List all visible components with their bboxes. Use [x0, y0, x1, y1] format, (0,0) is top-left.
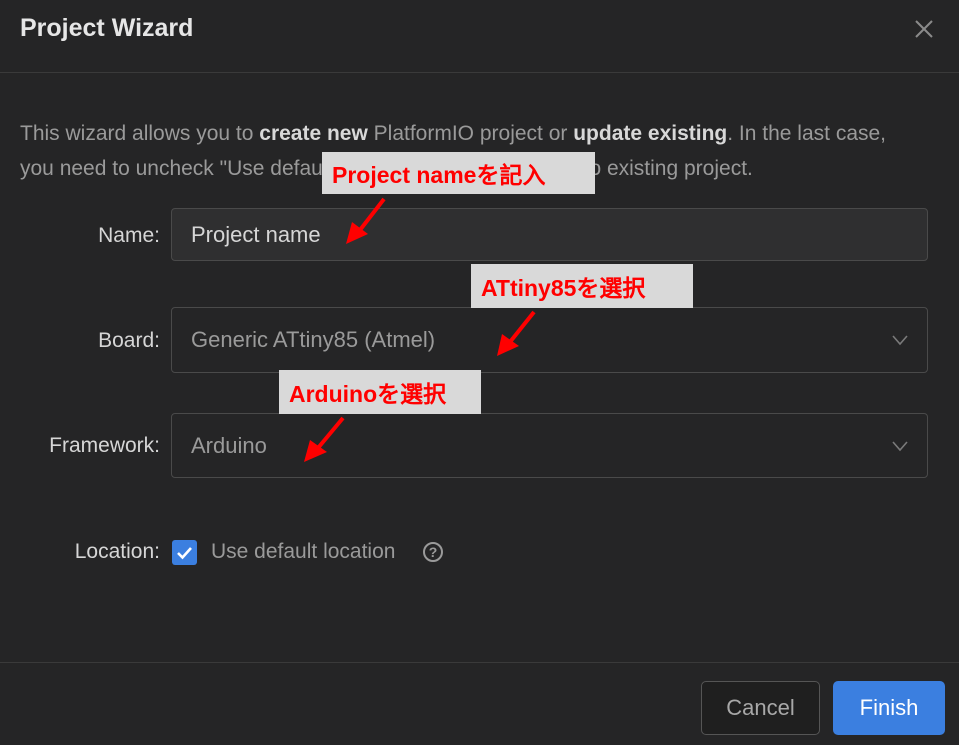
dialog-title: Project Wizard: [20, 14, 194, 42]
name-callout: Project nameを記入: [322, 152, 595, 194]
dialog-header: Project Wizard: [0, 0, 959, 73]
name-input-value: Project name: [191, 221, 321, 247]
framework-select[interactable]: Arduino: [171, 413, 928, 478]
use-default-location-label[interactable]: Use default location: [211, 540, 395, 564]
description-text: PlatformIO project or: [367, 122, 574, 145]
close-icon[interactable]: [913, 18, 935, 40]
finish-button[interactable]: Finish: [833, 681, 945, 735]
description-bold-create-new: create new: [259, 122, 368, 145]
cancel-button[interactable]: Cancel: [701, 681, 820, 735]
use-default-location-checkbox[interactable]: [172, 540, 197, 565]
location-label: Location:: [74, 540, 160, 563]
name-label: Name:: [98, 224, 160, 247]
help-icon[interactable]: ?: [423, 542, 443, 562]
board-select[interactable]: Generic ATtiny85 (Atmel): [171, 307, 928, 373]
board-label: Board:: [98, 329, 160, 352]
project-wizard-dialog: Project Wizard This wizard allows you to…: [0, 0, 959, 744]
description-bold-update-existing: update existing: [573, 122, 728, 145]
framework-label: Framework:: [49, 434, 160, 457]
name-input[interactable]: Project name: [171, 208, 928, 261]
chevron-down-icon: [892, 335, 908, 346]
framework-select-value: Arduino: [191, 432, 267, 458]
board-callout: ATtiny85を選択: [471, 264, 693, 308]
description-text: This wizard allows you to: [20, 122, 260, 145]
framework-callout: Arduinoを選択: [279, 370, 481, 414]
board-select-value: Generic ATtiny85 (Atmel): [191, 327, 436, 352]
chevron-down-icon: [892, 440, 908, 451]
checkmark-icon: [177, 547, 192, 560]
